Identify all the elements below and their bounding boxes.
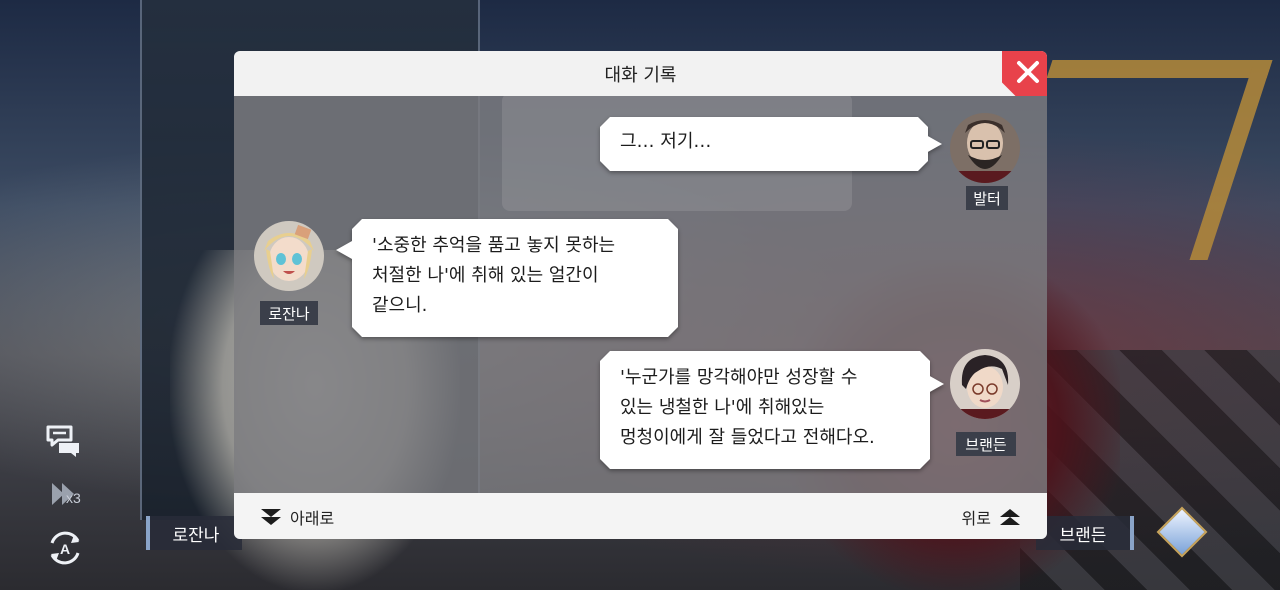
- double-chevron-down-icon: [261, 509, 281, 525]
- modal-header: 대화 기록: [234, 51, 1047, 96]
- left-speaker-plate: 로잔나: [146, 516, 242, 550]
- modal-title: 대화 기록: [604, 64, 677, 86]
- speaker-name-tag: 발터: [966, 186, 1008, 210]
- scroll-up-button[interactable]: 위로: [962, 505, 1021, 529]
- right-speaker-plate: 브랜든: [1036, 516, 1134, 550]
- avatar-rosanna: [254, 221, 324, 291]
- auto-play-button[interactable]: A: [44, 530, 86, 566]
- message-text-line: 같으니.: [372, 295, 428, 316]
- scroll-up-label: 위로: [961, 509, 991, 528]
- close-icon: [1016, 60, 1039, 83]
- dialogue-log-modal: 그… 저기… 발터 로잔나 '소중한 추억을 품고 놓지 못하는 처절한 나'에…: [234, 51, 1047, 539]
- scroll-down-button[interactable]: 아래로: [260, 505, 334, 529]
- scroll-down-label: 아래로: [290, 509, 335, 528]
- message-text-line: 있는 냉철한 나'에 취해있는: [620, 397, 825, 418]
- message-text: 그… 저기…: [620, 131, 712, 152]
- close-button[interactable]: [1002, 51, 1047, 96]
- message-text-line: '누군가를 망각해야만 성장할 수: [620, 367, 858, 388]
- speaker-name-tag: 로잔나: [260, 301, 318, 325]
- message-text-line: 멍청이에게 잘 들었다고 전해다오.: [620, 427, 875, 448]
- svg-text:A: A: [60, 541, 70, 557]
- auto-play-icon: A: [50, 531, 80, 565]
- chat-log-button[interactable]: [44, 422, 86, 458]
- message-bubble: '소중한 추억을 품고 놓지 못하는 처절한 나'에 취해 있는 얼간이 같으니…: [336, 219, 662, 337]
- double-chevron-up-icon: [1000, 509, 1020, 525]
- fast-forward-speed-label: x3: [66, 490, 81, 506]
- message-text-line: '소중한 추억을 품고 놓지 못하는: [372, 235, 616, 256]
- speaker-name-tag: 브랜든: [956, 432, 1016, 456]
- message-text-line: 처절한 나'에 취해 있는 얼간이: [372, 265, 599, 286]
- chat-log-icon: [46, 425, 79, 457]
- avatar-walter: [950, 113, 1020, 183]
- modal-footer: 아래로 위로: [234, 493, 1047, 539]
- avatar-brandon: [950, 349, 1020, 419]
